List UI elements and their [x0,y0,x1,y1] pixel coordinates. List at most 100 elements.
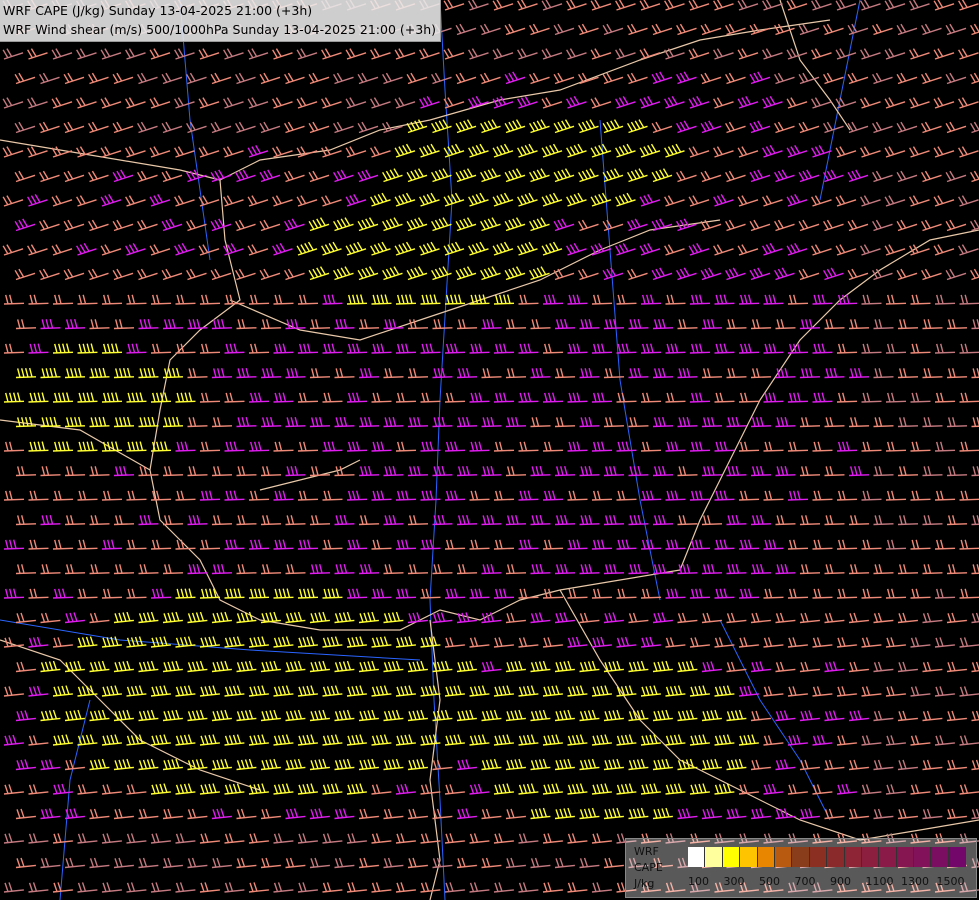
wind-barb [554,465,576,477]
legend-swatch [774,847,793,867]
wind-barb [345,97,367,109]
map-viewer: WRF CAPE (J/kg) Sunday 13-04-2025 21:00 … [0,0,979,900]
wind-barb [518,882,539,893]
wind-barb [958,97,979,109]
wind-barb [689,783,710,795]
wind-barb [591,539,613,550]
wind-barb [273,294,294,305]
wind-barb [126,392,147,403]
wind-barb [39,268,60,281]
wind-barb [774,169,795,183]
wind-barb [885,441,907,452]
wind-barb [775,759,796,771]
wind-barb [897,661,918,673]
wind-barb [603,465,625,477]
wind-barb [689,490,711,501]
wind-barb [775,416,796,428]
wind-barb [297,685,318,697]
wind-barb [223,48,244,60]
wind-barb [738,392,760,403]
wind-barb [505,564,527,575]
wind-barb [224,833,245,844]
wind-barb [161,268,183,281]
wind-barb [52,441,74,452]
wind-barb [542,490,564,501]
wind-barb [749,120,771,134]
wind-barb [554,368,576,379]
wind-barb [591,882,612,893]
wind-barb [616,734,637,746]
wind-barb [407,660,428,673]
wind-barb [77,833,98,844]
wind-barb [689,637,710,648]
wind-barb [665,783,686,795]
wind-barb [150,539,172,550]
wind-barb [726,416,747,428]
wind-barb [150,882,171,893]
wind-barb [248,685,269,697]
wind-barb [616,294,637,305]
wind-barb [847,72,869,85]
wind-barb [175,539,196,550]
wind-barb [469,392,490,403]
wind-barb [383,611,404,624]
wind-barb [959,735,979,746]
wind-barb [64,416,86,428]
wind-barb [322,294,343,305]
wind-barb [296,241,318,256]
wind-barb [297,441,319,452]
wind-barb [186,268,207,281]
wind-barb [469,685,490,697]
wind-barb [823,121,844,134]
wind-barb [896,170,918,183]
wind-barb [640,539,662,550]
wind-barb [39,219,60,232]
wind-barb [27,193,48,207]
wind-barb [27,48,48,60]
wind-barb [138,318,159,330]
wind-barb [481,514,502,526]
wind-barb [345,146,367,158]
wind-barb [199,685,220,697]
wind-barb [432,416,453,428]
wind-barb [40,709,61,722]
wind-barb [725,267,746,281]
wind-barb [420,441,441,452]
wind-barb [921,23,942,36]
wind-barb [101,882,122,893]
wind-barb [725,121,746,134]
wind-barb [224,636,245,648]
wind-barb [248,539,270,550]
wind-barb [443,48,465,60]
wind-barb [897,612,918,624]
wind-barb [541,241,563,256]
wind-barb [775,661,796,673]
wind-barb [199,783,220,795]
legend-tick-label: 100 [688,875,709,888]
wind-barb [934,735,955,746]
wind-barb [198,146,220,158]
wind-barb [113,515,135,526]
wind-barb [714,685,735,697]
wind-barb [665,539,686,550]
wind-barb [922,564,943,575]
wind-barb [371,588,392,599]
wind-barb [260,808,281,820]
wind-barb [187,709,208,722]
wind-barb [112,169,134,183]
wind-barb [665,734,686,746]
wind-barb [836,637,857,648]
wind-barb [689,441,711,452]
wind-barb [872,170,893,183]
wind-barb [40,514,61,526]
wind-barb [628,367,649,379]
wind-barb [677,515,698,526]
wind-barb [235,121,256,134]
wind-barb [677,660,698,673]
wind-barb [52,833,73,844]
wind-barb [101,588,123,599]
wind-barb [211,758,232,771]
wind-barb [542,637,563,648]
wind-barb [358,709,379,722]
wind-barb [861,784,882,795]
